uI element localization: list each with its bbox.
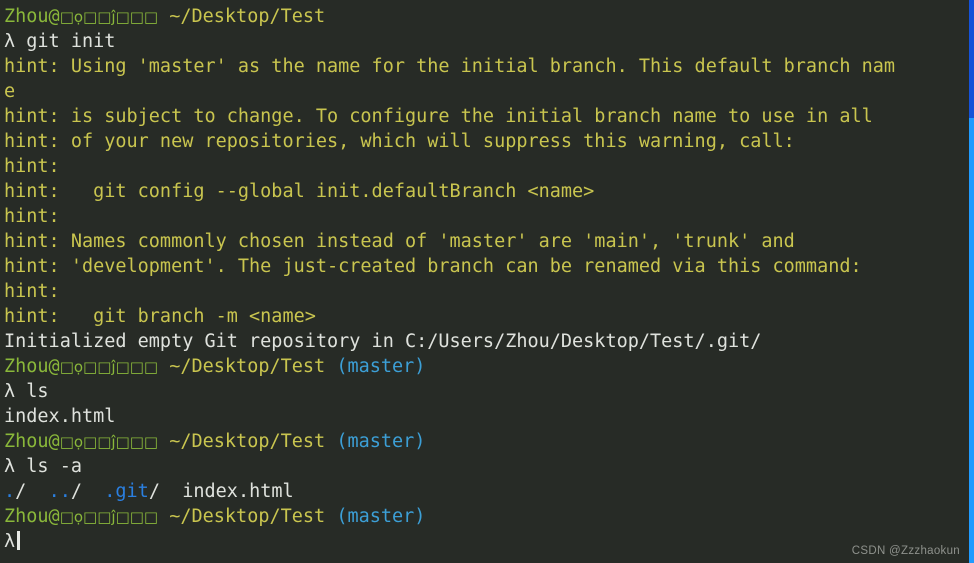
output-line-ls: index.html (4, 406, 116, 427)
hint-line-wrap: e (4, 81, 16, 102)
active-input-line[interactable]: λ (4, 529, 974, 554)
listing-slash: / (148, 481, 160, 502)
watermark: CSDN @Zzzhaokun (851, 545, 960, 557)
command-line-ls: λ ls (4, 379, 974, 404)
prompt-line: Zhou@□ọ□□ĵ□□□ ~/Desktop/Test (4, 4, 974, 29)
command-text: ls -a (26, 456, 82, 477)
prompt-git-branch: (master) (336, 506, 426, 527)
hint-line: hint: git branch -m <name> (4, 306, 316, 327)
listing-entry-dot[interactable]: . (4, 481, 15, 502)
prompt-symbol: λ (4, 531, 16, 552)
scrollbar-track[interactable] (969, 0, 974, 563)
prompt-path: ~/Desktop/Test (169, 506, 326, 527)
hint-line: hint: Names commonly chosen instead of '… (4, 231, 795, 252)
hint-line: hint: (4, 156, 60, 177)
prompt-user-host: Zhou@ (4, 6, 60, 27)
prompt-symbol: λ (4, 31, 16, 52)
prompt-host-tofu: □ọ□□ĵ□□□ (59, 8, 159, 26)
prompt-user-host: Zhou@ (4, 356, 60, 377)
prompt-line: Zhou@□ọ□□ĵ□□□ ~/Desktop/Test (master) (4, 354, 974, 379)
prompt-path: ~/Desktop/Test (169, 431, 326, 452)
text-cursor (17, 531, 21, 550)
prompt-line: Zhou@□ọ□□ĵ□□□ ~/Desktop/Test (master) (4, 429, 974, 454)
output-line-init-result: Initialized empty Git repository in C:/U… (4, 331, 762, 352)
terminal-window[interactable]: Zhou@□ọ□□ĵ□□□ ~/Desktop/Test λ git init … (0, 0, 974, 563)
hint-line: hint: git config --global init.defaultBr… (4, 181, 595, 202)
prompt-host-tofu: □ọ□□ĵ□□□ (59, 508, 159, 526)
scrollbar-thumb[interactable] (969, 0, 974, 118)
hint-line: hint: Using 'master' as the name for the… (4, 56, 896, 77)
listing-slash: / (70, 481, 82, 502)
listing-slash: / (15, 481, 27, 502)
file-listing: ./ ../ .git/ index.html (4, 479, 974, 504)
prompt-user-host: Zhou@ (4, 431, 60, 452)
command-text: ls (26, 381, 49, 402)
listing-entry-dotdot[interactable]: .. (49, 481, 71, 502)
prompt-symbol: λ (4, 456, 16, 477)
prompt-path: ~/Desktop/Test (169, 356, 326, 377)
hint-line: hint: is subject to change. To configure… (4, 106, 873, 127)
prompt-path: ~/Desktop/Test (169, 6, 326, 27)
command-line-git-init: λ git init (4, 29, 974, 54)
listing-entry-git[interactable]: .git (104, 481, 149, 502)
hint-line: hint: (4, 206, 60, 227)
prompt-line: Zhou@□ọ□□ĵ□□□ ~/Desktop/Test (master) (4, 504, 974, 529)
command-text: git init (26, 31, 116, 52)
command-line-ls-a: λ ls -a (4, 454, 974, 479)
prompt-git-branch: (master) (336, 431, 426, 452)
hint-line: hint: of your new repositories, which wi… (4, 131, 795, 152)
hint-line: hint: (4, 281, 60, 302)
prompt-symbol: λ (4, 381, 16, 402)
prompt-host-tofu: □ọ□□ĵ□□□ (59, 358, 159, 376)
hint-line: hint: 'development'. The just-created br… (4, 256, 862, 277)
prompt-host-tofu: □ọ□□ĵ□□□ (59, 433, 159, 451)
prompt-user-host: Zhou@ (4, 506, 60, 527)
listing-entry-index-html[interactable]: index.html (182, 481, 293, 502)
prompt-git-branch: (master) (336, 356, 426, 377)
